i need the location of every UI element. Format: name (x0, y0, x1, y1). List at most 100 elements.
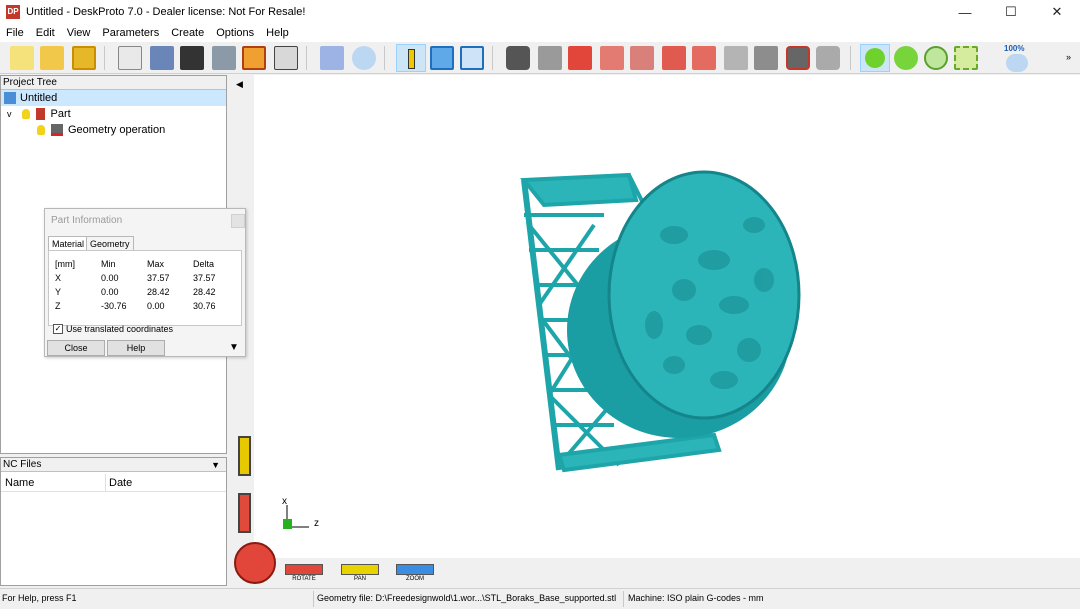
table-header-min: Min (101, 259, 116, 269)
zoom-icon[interactable] (924, 46, 948, 70)
nc-files-panel: NC Files ▼ Name Date (0, 457, 227, 586)
view-iso-icon[interactable] (538, 46, 562, 70)
operation-parameters-icon[interactable] (180, 46, 204, 70)
camera-icon[interactable] (506, 46, 530, 70)
inspect-icon[interactable] (352, 46, 376, 70)
nc-files-label: NC Files (3, 459, 42, 470)
axis-triad: x z (282, 496, 319, 529)
write-nc-icon[interactable] (274, 46, 298, 70)
open-folder-icon[interactable] (40, 46, 64, 70)
collapse-panel-icon[interactable]: ◀ (236, 79, 243, 90)
view-slider-yellow[interactable] (238, 436, 251, 476)
rotate-dial[interactable] (234, 542, 276, 584)
checkbox-checked-icon[interactable]: ✓ (53, 324, 63, 334)
axis-z-label: z (314, 518, 319, 529)
window-title: Untitled - DeskProto 7.0 - Dealer licens… (26, 6, 306, 18)
menu-options[interactable]: Options (210, 27, 260, 39)
zoom-nav-label: ZOOM (406, 576, 424, 582)
import-geometry-icon[interactable] (118, 46, 142, 70)
menu-parameters[interactable]: Parameters (96, 27, 165, 39)
tree-item-label: Untitled (20, 92, 58, 104)
rotate-mode-button[interactable] (860, 44, 890, 72)
close-icon[interactable]: ✕ (1034, 0, 1080, 24)
column-name[interactable]: Name (5, 477, 34, 489)
window-view-icon[interactable] (460, 46, 484, 70)
table-header-unit: [mm] (55, 259, 75, 269)
toolbar-overflow-icon[interactable]: » (1066, 52, 1071, 62)
rotate-nav-label: ROTATE (292, 576, 316, 582)
table-row-label: X (55, 273, 62, 283)
minimize-icon[interactable]: — (942, 0, 988, 24)
table-header-max: Max (147, 259, 165, 269)
zoom-nav-button[interactable] (396, 564, 434, 575)
help-button[interactable]: Help (107, 340, 165, 356)
table-cell: 0.00 (101, 273, 119, 283)
title-bar: DP Untitled - DeskProto 7.0 - Dealer lic… (0, 0, 1080, 24)
part-dimensions-table: [mm] Min Max Delta X 0.00 37.57 37.57 Y … (48, 250, 242, 326)
status-bar: For Help, press F1 Geometry file: D:\Fre… (0, 588, 1080, 609)
info-icon (408, 49, 415, 69)
pan-nav-button[interactable] (341, 564, 379, 575)
status-geometry-file: Geometry file: D:\Freedesignwold\1.wor..… (317, 593, 617, 603)
3d-viewport[interactable]: x z (254, 75, 1080, 558)
camera-save-icon[interactable] (786, 46, 810, 70)
toolpath-icon[interactable] (212, 46, 236, 70)
table-row-label: Z (55, 301, 61, 311)
new-project-icon[interactable] (10, 46, 34, 70)
part-parameters-icon[interactable] (150, 46, 174, 70)
menu-create[interactable]: Create (165, 27, 210, 39)
maximize-icon[interactable]: ☐ (988, 0, 1034, 24)
zoom-all-icon[interactable] (1006, 54, 1028, 72)
view-right-icon[interactable] (662, 46, 686, 70)
create-toolpath-icon[interactable] (242, 46, 266, 70)
save-icon[interactable] (72, 46, 96, 70)
tree-expander[interactable]: v (7, 109, 12, 119)
view-top-icon[interactable] (692, 46, 716, 70)
tree-item-label: Geometry operation (68, 124, 166, 136)
table-header-delta: Delta (193, 259, 215, 269)
view-left-icon[interactable] (630, 46, 654, 70)
part-icon (35, 108, 45, 120)
main-toolbar: 100% » (0, 42, 1080, 74)
part-information-dialog: Part Information Material Geometry [mm] … (44, 208, 246, 357)
pan-nav-label: PAN (354, 576, 366, 582)
tree-item-geometry-operation[interactable]: Geometry operation (1, 122, 165, 138)
view-bottom-icon[interactable] (724, 46, 748, 70)
translated-coordinates-row[interactable]: ✓ Use translated coordinates (53, 324, 173, 334)
chevron-down-icon[interactable]: ▼ (211, 458, 220, 472)
table-cell: 0.00 (147, 301, 165, 311)
info-button[interactable] (396, 44, 426, 72)
tab-geometry[interactable]: Geometry (86, 236, 134, 251)
zoom-percent-label: 100% (1004, 44, 1025, 53)
visibility-bulb-icon[interactable] (21, 109, 30, 119)
menu-edit[interactable]: Edit (30, 27, 61, 39)
visibility-bulb-icon[interactable] (37, 125, 45, 135)
view-slider-red[interactable] (238, 493, 251, 533)
part-model-view[interactable]: x z (254, 75, 1080, 558)
table-cell: 28.42 (193, 287, 216, 297)
dialog-title: Part Information (51, 215, 123, 226)
tab-material[interactable]: Material (48, 236, 89, 251)
table-cell: 28.42 (147, 287, 170, 297)
column-date[interactable]: Date (109, 477, 132, 489)
view-back-icon[interactable] (600, 46, 624, 70)
close-button[interactable]: Close (47, 340, 105, 356)
dialog-close-icon[interactable] (231, 214, 245, 228)
layout-icon[interactable] (430, 46, 454, 70)
axis-x-label: x (282, 496, 287, 507)
view-front-icon[interactable] (568, 46, 592, 70)
menu-help[interactable]: Help (260, 27, 295, 39)
tree-item-part[interactable]: v Part (1, 106, 71, 122)
expand-dialog-icon[interactable]: ▼ (229, 342, 239, 353)
rotate-nav-button[interactable] (285, 564, 323, 575)
geometry-operation-icon (51, 124, 63, 136)
menu-bar: File Edit View Parameters Create Options… (0, 24, 1080, 42)
menu-view[interactable]: View (61, 27, 97, 39)
eraser-icon[interactable] (320, 46, 344, 70)
view-shaded-icon[interactable] (754, 46, 778, 70)
zoom-window-icon[interactable] (954, 46, 978, 70)
menu-file[interactable]: File (0, 27, 30, 39)
pan-icon[interactable] (894, 46, 918, 70)
camera-restore-icon[interactable] (816, 46, 840, 70)
tree-item-untitled[interactable]: Untitled (1, 90, 226, 106)
